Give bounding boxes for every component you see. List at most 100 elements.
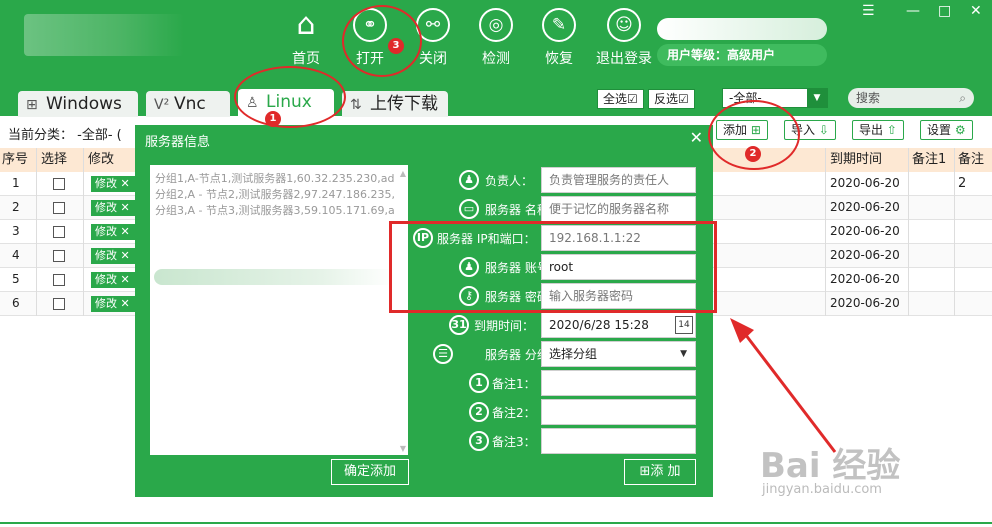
home-label: 首页	[292, 51, 320, 67]
tab-bar: ⊞ Windows V² Vnc ♙ Linux ⇅ 上传下载 全选☑ 反选☑ -全部-…	[0, 88, 992, 117]
dialog-close-icon[interactable]: ✕	[690, 128, 703, 147]
tab-transfer[interactable]: ⇅ 上传下载	[342, 91, 448, 117]
column-divider	[36, 148, 37, 316]
form-row: ▭ 服务器 名称： 便于记忆的服务器名称	[411, 196, 701, 222]
minimize-icon[interactable]: —	[906, 4, 920, 18]
row-checkbox[interactable]	[53, 202, 65, 214]
invert-selection-button[interactable]: 反选☑	[648, 89, 695, 109]
tab-vnc[interactable]: V² Vnc	[146, 91, 230, 117]
export-icon: ⇧	[886, 123, 897, 137]
transfer-icon: ⇅	[350, 97, 362, 113]
wrench-icon: ✎	[542, 8, 576, 42]
field-input[interactable]: 2020/6/28 15:28 14	[541, 312, 696, 338]
row-expire-date: 2020-06-20	[830, 248, 900, 262]
row-expire-date: 2020-06-20	[830, 296, 900, 310]
row-checkbox[interactable]	[53, 226, 65, 238]
settings-label: 设置	[927, 123, 952, 137]
field-label: 备注1：	[492, 377, 536, 391]
settings-button[interactable]: 设置 ⚙	[920, 120, 973, 140]
row-number: 3	[12, 224, 20, 238]
row-edit-button[interactable]: 修改 ✕	[91, 296, 135, 312]
row-edit-button[interactable]: 修改 ✕	[91, 176, 135, 192]
field-value: 便于记忆的服务器名称	[549, 202, 670, 216]
user-icon: ☺	[607, 8, 641, 42]
id-card-icon: ▭	[459, 199, 479, 219]
tab-windows[interactable]: ⊞ Windows	[18, 91, 138, 117]
field-label: 备注3：	[492, 435, 536, 449]
chevron-down-icon: ▼	[680, 349, 687, 359]
dialog-add-button[interactable]: ⊞添 加	[624, 459, 696, 485]
gear-icon: ⚙	[954, 123, 966, 137]
home-icon: ⌂	[296, 7, 316, 42]
calendar-icon: 31	[449, 315, 469, 335]
calendar-picker-icon[interactable]: 14	[675, 316, 693, 334]
menu-icon[interactable]: ☰	[862, 4, 875, 18]
column-header-expire[interactable]: 到期时间	[830, 148, 882, 172]
detect-button[interactable]: ◎ 检测	[466, 8, 526, 70]
number-3-icon: 3	[469, 431, 489, 451]
bottom-border	[0, 522, 992, 524]
radar-icon: ◎	[479, 8, 513, 42]
row-expire-date: 2020-06-20	[830, 200, 900, 214]
field-value: 选择分组	[549, 347, 598, 361]
column-header-edit[interactable]: 修改	[88, 148, 114, 172]
confirm-add-button[interactable]: 确定添加	[331, 459, 409, 485]
watermark-logo: Bai 经验	[760, 446, 901, 486]
search-input[interactable]: 搜索 ⌕	[848, 88, 974, 108]
scroll-down-icon[interactable]: ▼	[400, 444, 406, 453]
app-header: ⌂ 首页 ⚭ 打开 ⚯ 关闭 ◎ 检测 ✎ 恢复 ☺ 退出登录 用户等级：高级用…	[0, 0, 992, 88]
row-checkbox[interactable]	[53, 274, 65, 286]
row-edit-button[interactable]: 修改 ✕	[91, 272, 135, 288]
username-display	[657, 18, 827, 40]
form-row: ☰ 服务器 分组： 选择分组 ▼	[411, 341, 701, 367]
row-checkbox[interactable]	[53, 298, 65, 310]
column-divider	[908, 148, 909, 316]
number-1-icon: 1	[469, 373, 489, 393]
field-input[interactable]: 负责管理服务的责任人	[541, 167, 696, 193]
row-edit-button[interactable]: 修改 ✕	[91, 224, 135, 240]
dialog-title: 服务器信息	[145, 135, 211, 150]
search-placeholder: 搜索	[856, 91, 881, 105]
row-checkbox[interactable]	[53, 178, 65, 190]
export-button[interactable]: 导出 ⇧	[852, 120, 904, 140]
row-number: 5	[12, 272, 20, 286]
column-header-note1[interactable]: 备注1	[912, 148, 946, 172]
app-logo	[24, 14, 184, 56]
form-row: 31 到期时间： 2020/6/28 15:28 14	[411, 312, 701, 338]
restore-button[interactable]: ✎ 恢复	[529, 8, 589, 70]
field-value: 2020/6/28 15:28	[549, 318, 649, 332]
scroll-up-icon[interactable]: ▲	[400, 169, 406, 178]
field-label: 到期时间：	[474, 319, 535, 333]
tab-transfer-label: 上传下载	[370, 94, 438, 114]
field-input[interactable]	[541, 370, 696, 396]
column-header-select[interactable]: 选择	[41, 148, 67, 172]
field-value: 负责管理服务的责任人	[549, 173, 670, 187]
field-input[interactable]: 选择分组 ▼	[541, 341, 696, 367]
row-checkbox[interactable]	[53, 250, 65, 262]
import-icon: ⇩	[818, 123, 829, 137]
row-edit-button[interactable]: 修改 ✕	[91, 200, 135, 216]
list-item: 分组1,A-节点1,测试服务器1,60.32.235.230,ad	[155, 172, 395, 185]
current-category-label: 当前分类： -全部- (	[8, 128, 122, 143]
window-close-icon[interactable]: ✕	[970, 4, 982, 18]
row-number: 1	[12, 176, 20, 190]
logout-label: 退出登录	[596, 51, 652, 67]
field-input[interactable]	[541, 428, 696, 454]
column-header-no[interactable]: 序号	[2, 148, 28, 172]
home-button[interactable]: ⌂ 首页	[276, 8, 336, 70]
row-number: 2	[12, 200, 20, 214]
logout-button[interactable]: ☺ 退出登录	[592, 8, 656, 70]
windows-icon: ⊞	[26, 97, 38, 113]
form-row: 3 备注3：	[411, 428, 701, 454]
field-input[interactable]: 便于记忆的服务器名称	[541, 196, 696, 222]
field-input[interactable]	[541, 399, 696, 425]
column-divider	[83, 148, 84, 316]
row-edit-button[interactable]: 修改 ✕	[91, 248, 135, 264]
maximize-icon[interactable]: □	[938, 4, 951, 18]
select-all-button[interactable]: 全选☑	[597, 89, 644, 109]
batch-import-textarea[interactable]: 分组1,A-节点1,测试服务器1,60.32.235.230,ad 分组2,A …	[150, 165, 408, 455]
number-2-icon: 2	[469, 402, 489, 422]
row-expire-date: 2020-06-20	[830, 176, 900, 190]
form-row: 2 备注2：	[411, 399, 701, 425]
tab-windows-label: Windows	[46, 94, 122, 114]
